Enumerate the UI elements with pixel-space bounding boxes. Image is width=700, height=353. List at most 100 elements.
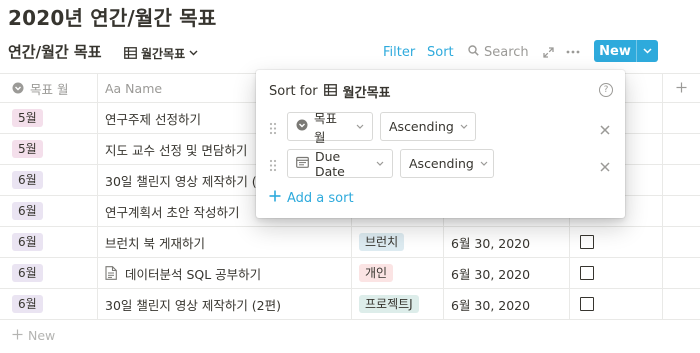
chevron-down-icon (189, 50, 198, 56)
sort-rule: Due Date Ascending (256, 149, 625, 179)
sort-rule: 목표 월 Ascending (256, 111, 625, 145)
sort-property-label: 목표 월 (314, 110, 338, 145)
document-icon (105, 266, 117, 280)
month-cell[interactable]: 6월 (0, 258, 98, 288)
search-icon (468, 45, 479, 60)
checkbox[interactable] (580, 297, 594, 311)
filter-button[interactable]: Filter (383, 45, 415, 60)
name-cell[interactable]: 데이터분석 SQL 공부하기 (98, 258, 352, 288)
category-tag: 프로젝트J (359, 295, 419, 313)
table-icon (323, 83, 337, 100)
row-title: 브런치 북 게재하기 (105, 235, 205, 251)
checkbox[interactable] (580, 235, 594, 249)
plus-icon (12, 328, 23, 343)
date-cell[interactable]: 6월 30, 2020 (444, 227, 570, 257)
month-tag: 6월 (12, 295, 43, 313)
date-property-icon (296, 156, 309, 171)
checkbox[interactable] (580, 266, 594, 280)
select-property-icon (12, 82, 24, 94)
row-title: 지도 교수 선정 및 면담하기 (105, 142, 248, 158)
select-property-icon (296, 119, 308, 134)
month-cell[interactable]: 6월 (0, 196, 98, 226)
tag-cell[interactable]: 브런치 (352, 227, 444, 257)
chevron-down-icon (480, 161, 488, 166)
add-row-button[interactable]: New (0, 320, 700, 350)
sort-direction-label: Ascending (389, 119, 454, 134)
add-column-button[interactable] (663, 74, 700, 102)
table-row[interactable]: 6월 데이터분석 SQL 공부하기 개인 6월 30, 2020 (0, 258, 700, 289)
view-name: 월간목표 (141, 46, 186, 61)
name-cell[interactable]: 30일 챌린지 영상 제작하기 (2편) (98, 289, 352, 319)
close-icon[interactable] (599, 121, 611, 135)
category-tag: 개인 (359, 264, 394, 282)
month-tag: 6월 (12, 264, 43, 282)
sort-popup: Sort for 월간목표 ? 목표 월 Ascending Due Date … (256, 70, 625, 218)
help-icon[interactable]: ? (599, 83, 613, 97)
due-date: 6월 30, 2020 (451, 235, 531, 251)
sort-direction-select[interactable]: Ascending (380, 112, 476, 141)
month-tag: 6월 (12, 171, 43, 189)
due-date: 6월 30, 2020 (451, 297, 531, 313)
chevron-down-icon (376, 161, 384, 166)
sort-direction-label: Ascending (409, 156, 474, 171)
row-title: 데이터분석 SQL 공부하기 (125, 266, 262, 282)
sort-property-select[interactable]: 목표 월 (287, 111, 373, 145)
date-cell[interactable]: 6월 30, 2020 (444, 258, 570, 288)
month-tag: 6월 (12, 233, 43, 251)
plus-icon (676, 81, 687, 96)
category-tag: 브런치 (359, 233, 405, 251)
month-cell[interactable]: 6월 (0, 227, 98, 257)
month-tag: 6월 (12, 202, 43, 220)
month-cell[interactable]: 5월 (0, 134, 98, 164)
chevron-down-icon (460, 124, 468, 129)
column-header-month-label: 목표 월 (30, 81, 69, 97)
page-title: 2020년 연간/월간 목표 (8, 6, 217, 30)
name-cell[interactable]: 브런치 북 게재하기 (98, 227, 352, 257)
database-title[interactable]: 연간/월간 목표 (8, 41, 102, 62)
add-sort-label: Add a sort (287, 190, 354, 206)
check-cell[interactable] (570, 227, 663, 257)
sort-title-view-name: 월간목표 (342, 86, 391, 101)
sort-direction-select[interactable]: Ascending (400, 149, 494, 178)
check-cell[interactable] (570, 258, 663, 288)
plus-icon (269, 190, 281, 206)
month-tag: 5월 (12, 140, 43, 158)
row-title: 30일 챌린지 영상 제작하기 (2편) (105, 297, 282, 313)
column-header-month[interactable]: 목표 월 (0, 74, 98, 102)
drag-handle-icon[interactable] (269, 120, 277, 135)
view-selector[interactable]: 월간목표 (124, 43, 198, 63)
month-cell[interactable]: 6월 (0, 165, 98, 195)
chevron-down-icon[interactable] (637, 40, 658, 62)
table-icon (124, 47, 137, 59)
table-row[interactable]: 6월 30일 챌린지 영상 제작하기 (2편) 프로젝트J 6월 30, 202… (0, 289, 700, 320)
sort-button[interactable]: Sort (427, 45, 454, 60)
month-cell[interactable]: 5월 (0, 103, 98, 133)
sort-property-select[interactable]: Due Date (287, 148, 393, 179)
check-cell[interactable] (570, 289, 663, 319)
row-title: 연구주제 선정하기 (105, 111, 201, 127)
drag-handle-icon[interactable] (269, 157, 277, 172)
close-icon[interactable] (599, 158, 611, 172)
month-cell[interactable]: 6월 (0, 289, 98, 319)
due-date: 6월 30, 2020 (451, 266, 531, 282)
date-cell[interactable]: 6월 30, 2020 (444, 289, 570, 319)
add-sort-button[interactable]: Add a sort (269, 190, 354, 206)
database-header: 연간/월간 목표 월간목표 Filter Sort Search New (0, 37, 700, 67)
sort-title-prefix: Sort for (269, 84, 318, 99)
add-row-label: New (28, 327, 56, 343)
new-button-label[interactable]: New (594, 40, 636, 62)
sort-property-label: Due Date (315, 148, 345, 179)
column-header-name-label: Aa Name (105, 80, 163, 96)
table-row[interactable]: 6월 브런치 북 게재하기 브런치 6월 30, 2020 (0, 227, 700, 258)
search-label: Search (484, 45, 529, 60)
sort-popup-title: Sort for 월간목표 (269, 82, 391, 101)
chevron-down-icon (356, 124, 364, 129)
row-title: 30일 챌린지 영상 제작하기 (1 (105, 173, 265, 189)
month-tag: 5월 (12, 109, 43, 127)
new-button[interactable]: New (594, 40, 658, 62)
more-icon[interactable] (565, 44, 581, 60)
tag-cell[interactable]: 프로젝트J (352, 289, 444, 319)
expand-icon[interactable] (540, 44, 556, 60)
tag-cell[interactable]: 개인 (352, 258, 444, 288)
search-button[interactable]: Search (468, 45, 529, 60)
